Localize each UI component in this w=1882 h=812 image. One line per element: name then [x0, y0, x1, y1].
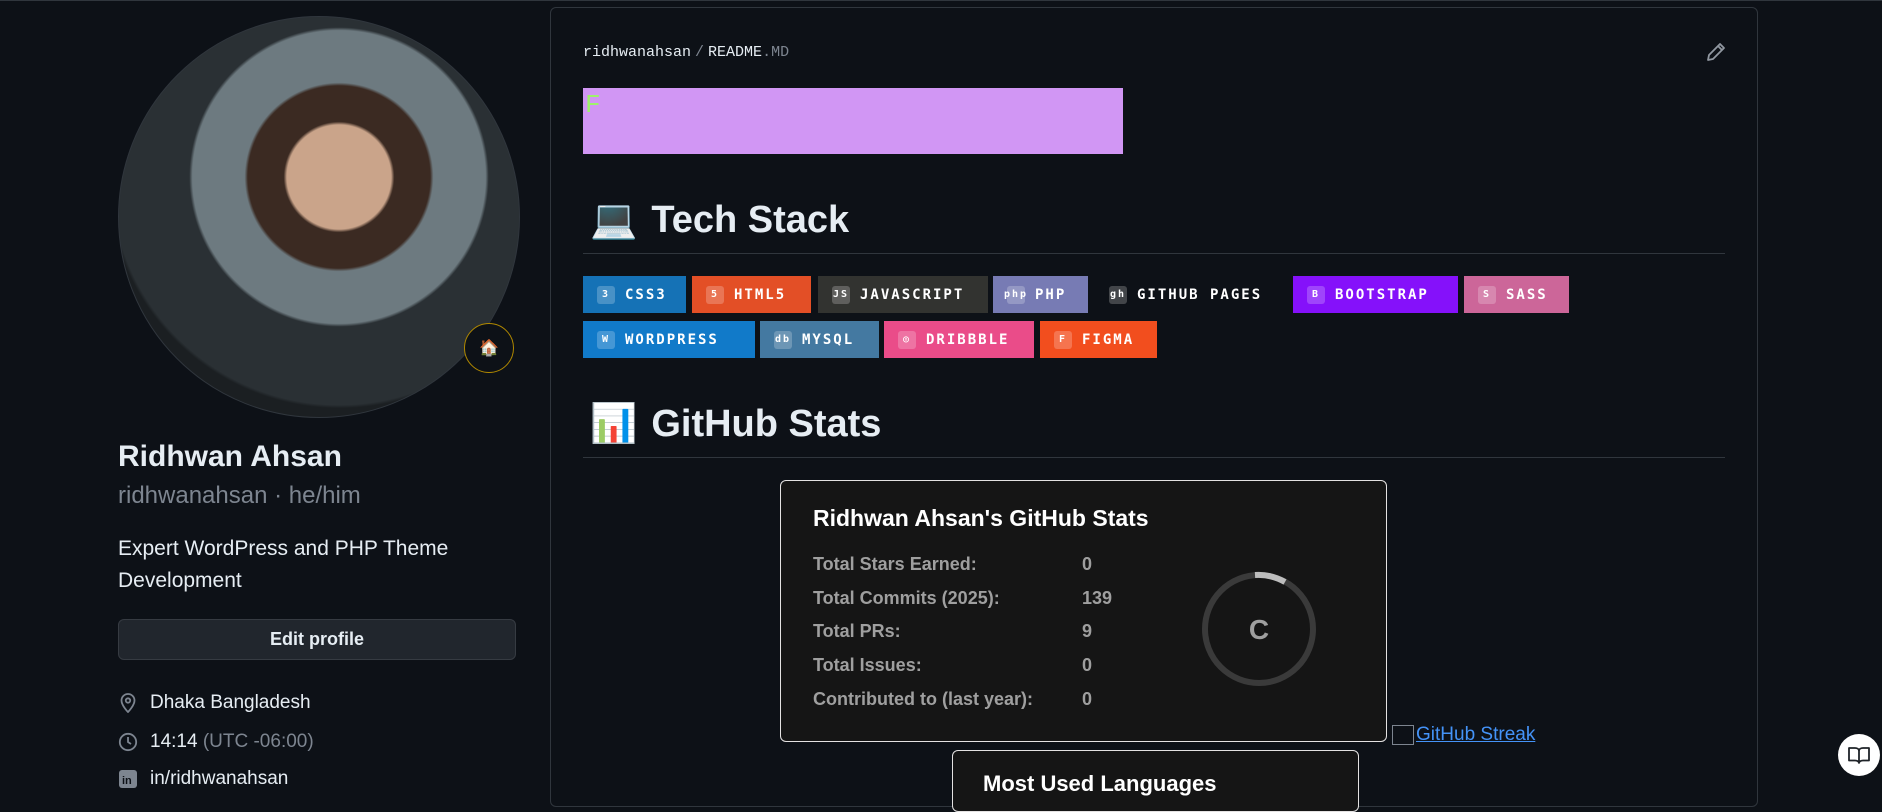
stat-label: Total PRs: — [813, 621, 901, 641]
bar-chart-icon: 📊 — [590, 403, 638, 445]
streak-alt-text[interactable]: GitHub Streak — [1416, 724, 1535, 746]
badge-php[interactable]: php PHP — [993, 276, 1088, 313]
badge-icon: F — [1054, 330, 1072, 349]
stat-value: 0 — [1082, 554, 1093, 574]
location-pin-icon — [118, 693, 138, 713]
house-icon: 🏠 — [479, 340, 499, 357]
clock-icon — [118, 732, 138, 752]
rank-ring: C — [1200, 570, 1318, 688]
heading-divider — [583, 253, 1725, 254]
time-row: 14:14 (UTC -06:00) — [118, 731, 314, 753]
badge-icon: gh — [1109, 285, 1127, 304]
profile-bio: Expert WordPress and PHP Theme Developme… — [118, 537, 449, 592]
heading-divider — [583, 457, 1725, 458]
stats-card-title: Ridhwan Ahsan's GitHub Stats — [813, 505, 1149, 531]
badge-label: CSS3 — [625, 286, 667, 303]
stat-label: Total Issues: — [813, 655, 922, 675]
top-languages-card[interactable]: Most Used Languages — [952, 750, 1359, 812]
breadcrumb-file: README — [708, 44, 763, 61]
badge-label: MYSQL — [802, 331, 855, 348]
linkedin-icon: in — [118, 769, 138, 789]
tech-stack-title: Tech Stack — [651, 198, 850, 241]
badge-mysql[interactable]: db MYSQL — [760, 321, 879, 358]
stat-value: 0 — [1082, 689, 1093, 709]
stat-label: Contributed to (last year): — [813, 689, 1034, 709]
badge-icon: 3 — [597, 285, 615, 304]
badge-github-pages[interactable]: gh GITHUB PAGES — [1095, 276, 1278, 313]
typing-banner: F — [583, 88, 1123, 154]
stat-value: 9 — [1082, 621, 1093, 641]
badge-icon: db — [774, 330, 792, 349]
breadcrumb-owner[interactable]: ridhwanahsan — [583, 44, 691, 61]
badge-label: PHP — [1035, 286, 1067, 303]
badge-label: FIGMA — [1082, 331, 1135, 348]
badge-css3[interactable]: 3 CSS3 — [583, 276, 686, 313]
laptop-icon: 💻 — [590, 199, 638, 241]
svg-text:in: in — [122, 775, 132, 787]
top-border — [0, 0, 1882, 1]
github-stats-title: GitHub Stats — [651, 402, 882, 445]
github-streak-image[interactable]: GitHub Streak — [1392, 724, 1535, 746]
open-book-icon[interactable] — [1838, 734, 1880, 776]
breadcrumb: ridhwanahsan / README.MD — [583, 44, 790, 61]
tech-stack-heading: 💻 Tech Stack — [590, 198, 849, 242]
profile-name: Ridhwan Ahsan — [118, 440, 342, 473]
badge-icon: W — [597, 330, 615, 349]
timezone: (UTC -06:00) — [202, 731, 314, 752]
badge-icon: JS — [832, 285, 850, 304]
badge-icon: ◎ — [898, 330, 916, 349]
edit-pencil-icon[interactable] — [1704, 40, 1728, 64]
badge-icon: php — [1004, 285, 1026, 304]
avatar[interactable] — [118, 16, 520, 418]
status-badge[interactable]: 🏠 — [464, 323, 514, 373]
linkedin-link[interactable]: in/ridhwanahsan — [150, 768, 288, 790]
stat-label: Total Stars Earned: — [813, 554, 977, 574]
badge-sass[interactable]: S SASS — [1464, 276, 1569, 313]
badge-bootstrap[interactable]: B BOOTSTRAP — [1293, 276, 1458, 313]
location-row: Dhaka Bangladesh — [118, 692, 311, 714]
stat-value: 0 — [1082, 655, 1093, 675]
badge-figma[interactable]: F FIGMA — [1040, 321, 1157, 358]
linkedin-row[interactable]: in in/ridhwanahsan — [118, 768, 288, 790]
location-text: Dhaka Bangladesh — [150, 692, 311, 713]
broken-image-icon — [1392, 725, 1414, 745]
badge-label: HTML5 — [734, 286, 787, 303]
badge-label: BOOTSTRAP — [1335, 286, 1429, 303]
badge-label: DRIBBBLE — [926, 331, 1010, 348]
badge-icon: S — [1478, 285, 1496, 304]
stat-label: Total Commits (2025): — [813, 588, 1000, 608]
edit-profile-button[interactable]: Edit profile — [118, 619, 516, 660]
banner-text: F — [585, 90, 601, 120]
badge-wordpress[interactable]: W WORDPRESS — [583, 321, 755, 358]
badge-label: GITHUB PAGES — [1137, 286, 1263, 303]
badge-label: SASS — [1506, 286, 1548, 303]
badge-html5[interactable]: 5 HTML5 — [692, 276, 811, 313]
breadcrumb-file-ext: .MD — [762, 44, 790, 61]
badge-javascript[interactable]: JS JAVASCRIPT — [818, 276, 988, 313]
stat-value: 139 — [1082, 588, 1113, 608]
top-languages-title: Most Used Languages — [983, 771, 1217, 796]
badge-label: JAVASCRIPT — [860, 286, 965, 303]
badge-label: WORDPRESS — [625, 331, 719, 348]
github-stats-heading: 📊 GitHub Stats — [590, 402, 881, 446]
badge-icon: B — [1307, 285, 1325, 304]
profile-handle: ridhwanahsan · he/him — [118, 482, 361, 509]
badge-icon: 5 — [706, 285, 724, 304]
rank-letter: C — [1249, 614, 1269, 645]
local-time: 14:14 — [150, 731, 198, 752]
badge-dribbble[interactable]: ◎ DRIBBBLE — [884, 321, 1034, 358]
